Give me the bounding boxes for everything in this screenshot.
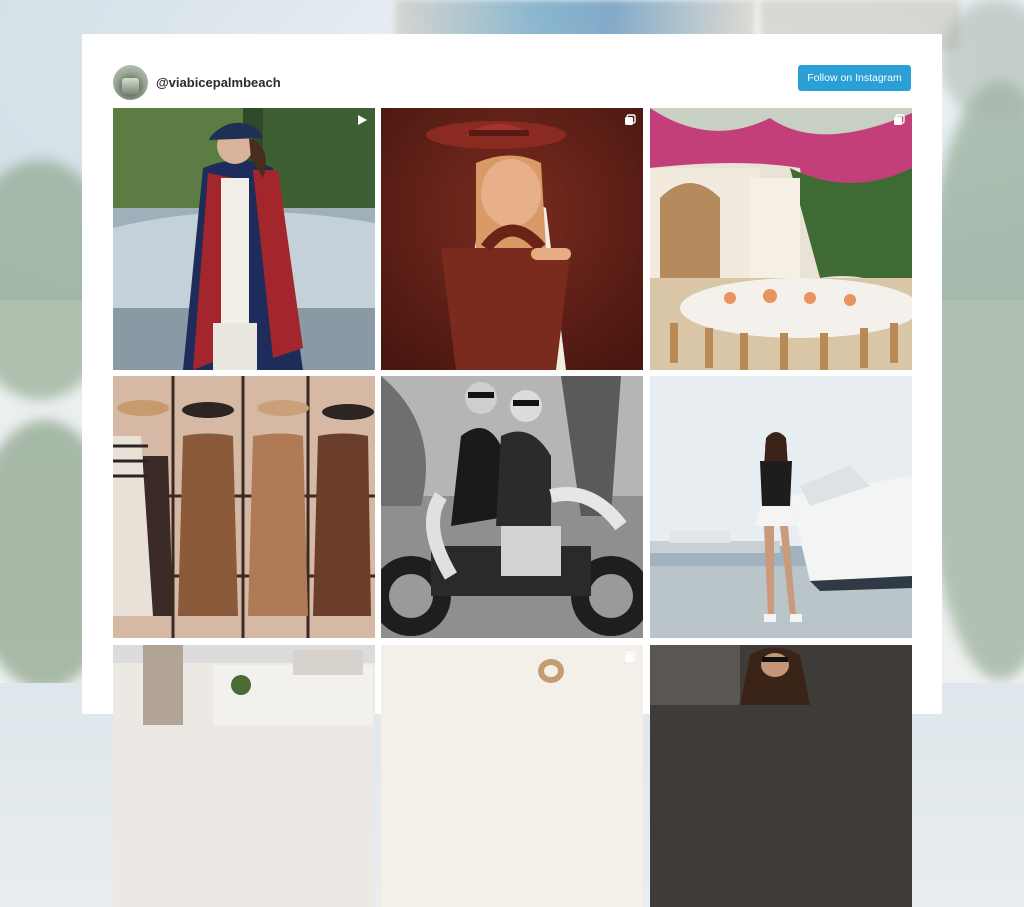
play-icon: [356, 114, 368, 126]
follow-on-instagram-button[interactable]: Follow on Instagram: [798, 65, 911, 91]
post-image-shop-window: [113, 376, 375, 638]
post-image-product: [381, 645, 643, 907]
post-tile[interactable]: [381, 376, 643, 638]
post-image-dining-courtyard: [650, 108, 912, 370]
gallery-icon: [893, 114, 905, 126]
post-image-yacht-marina: [650, 376, 912, 638]
profile-handle[interactable]: @viabicepalmbeach: [156, 75, 281, 90]
post-tile[interactable]: [113, 108, 375, 370]
post-tile[interactable]: [381, 108, 643, 370]
post-tile[interactable]: [650, 645, 912, 907]
post-image-motorcycle: [381, 376, 643, 638]
post-image-portrait: [650, 645, 912, 907]
post-tile[interactable]: [650, 376, 912, 638]
gallery-icon: [624, 114, 636, 126]
post-tile[interactable]: [113, 376, 375, 638]
post-image-jacket: [113, 108, 375, 370]
post-tile[interactable]: [381, 645, 643, 907]
gallery-icon: [624, 651, 636, 663]
feed-header: @viabicepalmbeach Follow on Instagram: [113, 65, 911, 101]
instagram-feed-card: @viabicepalmbeach Follow on Instagram: [82, 34, 942, 907]
post-image-red-hat: [381, 108, 643, 370]
post-image-interior: [113, 645, 375, 907]
avatar-image: [122, 78, 139, 94]
avatar[interactable]: [113, 65, 148, 100]
post-tile[interactable]: [113, 645, 375, 907]
post-tile[interactable]: [650, 108, 912, 370]
